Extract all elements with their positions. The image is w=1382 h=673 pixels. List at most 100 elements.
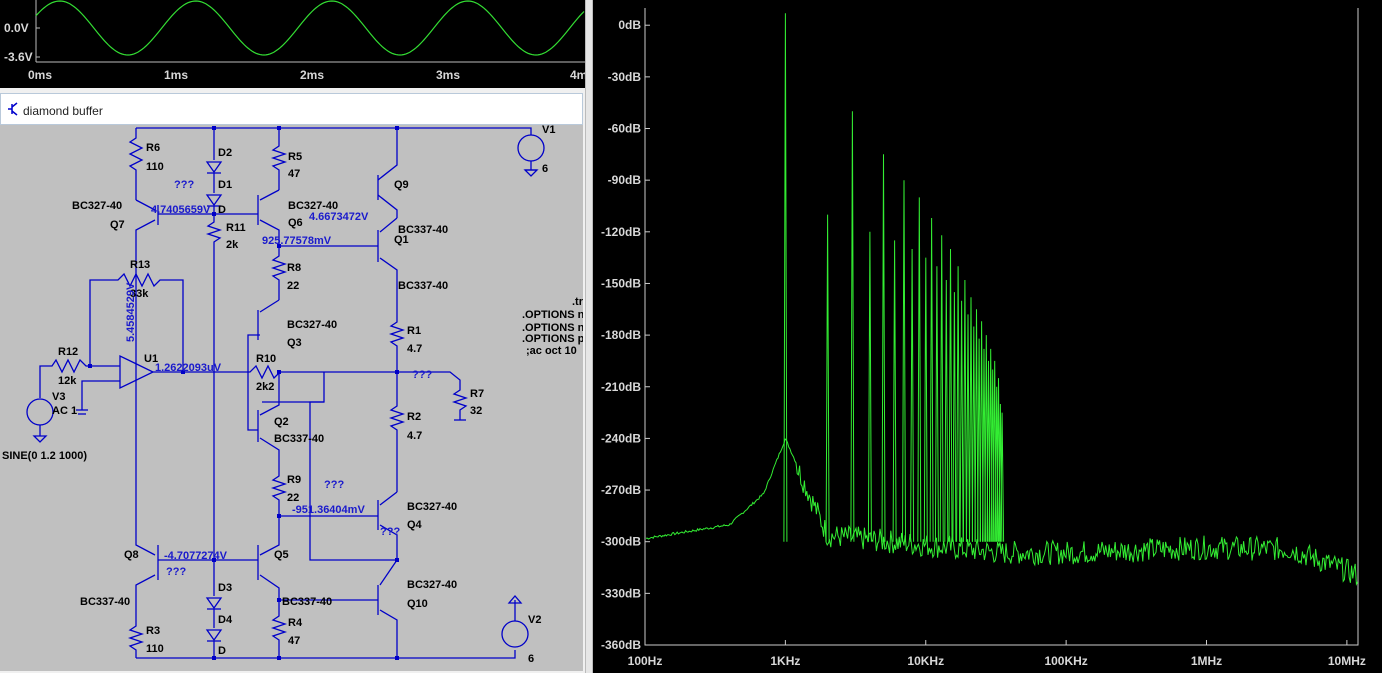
fft-ytick-label: -330dB (601, 586, 641, 600)
label-q2-model: BC337-40 (274, 433, 324, 445)
voltage-label[interactable]: 4.6673472V (309, 211, 369, 223)
fft-harmonic-peak (959, 300, 964, 542)
fft-xtick-label: 10MHz (1328, 654, 1366, 668)
label-d2: D2 (218, 147, 232, 159)
label-r12-value: 12k (58, 375, 77, 387)
fft-harmonic-peak (825, 214, 830, 542)
label-r9-value: 22 (287, 492, 299, 504)
fft-ytick-label: -360dB (601, 638, 641, 652)
voltage-label[interactable]: 5.4584529V (125, 282, 137, 342)
label-d4: D4 (218, 614, 233, 626)
fft-ytick-label: -300dB (601, 535, 641, 549)
fft-harmonic-peak (929, 217, 934, 542)
label-r1: R1 (407, 325, 421, 337)
fft-harmonic-peak (892, 240, 897, 542)
unknown-node-label[interactable]: ??? (380, 526, 400, 538)
label-d1: D1 (218, 179, 232, 191)
spice-directive[interactable]: .OPTIONS n (522, 309, 585, 321)
label-d-bottom: D (218, 645, 226, 657)
label-r4: R4 (288, 617, 303, 629)
fft-ytick-label: -180dB (601, 328, 641, 342)
fft-harmonic-peak (966, 314, 970, 542)
label-q5: Q5 (274, 549, 289, 561)
transistor-icon (8, 102, 18, 116)
schematic-tab[interactable]: diamond buffer (0, 93, 583, 125)
label-v3-ac: AC 1 (52, 405, 77, 417)
unknown-node-label[interactable]: ??? (166, 566, 186, 578)
fft-xtick-label: 1KHz (770, 654, 800, 668)
fft-harmonic-peak (910, 248, 915, 542)
label-q7: Q7 (110, 219, 125, 231)
label-q4-model: BC327-40 (407, 501, 457, 513)
voltage-label[interactable]: 925.77578mV (262, 235, 332, 247)
label-r12: R12 (58, 346, 78, 358)
fft-ytick-label: -150dB (601, 276, 641, 290)
wave-xtick-3: 3ms (436, 68, 460, 82)
fft-ytick-label: -270dB (601, 483, 641, 497)
voltage-label[interactable]: -951.36404mV (292, 504, 365, 516)
label-r7: R7 (470, 388, 484, 400)
label-r8: R8 (287, 262, 301, 274)
label-r1-value: 4.7 (407, 343, 422, 355)
fft-ytick-label: -90dB (608, 173, 642, 187)
fft-harmonic-peak (867, 231, 872, 542)
junction-dots (88, 126, 399, 660)
fft-xtick-label: 100Hz (628, 654, 663, 668)
fft-harmonic-peak (939, 235, 944, 542)
label-v3: V3 (52, 391, 65, 403)
schematic-canvas[interactable]: R6 110 D2 D1 R5 47 V1 6 Q9 BC327-40 Q7 B… (0, 124, 585, 671)
wave-xtick-2: 2ms (300, 68, 324, 82)
waveform-trace (35, 0, 585, 56)
voltage-label[interactable]: -4.7077274V (164, 550, 228, 562)
unknown-node-label[interactable]: ??? (412, 369, 432, 381)
label-r4-value: 47 (288, 635, 300, 647)
wave-ytick-1: -3.6V (4, 50, 33, 64)
voltage-label[interactable]: 1.2622093uV (155, 362, 222, 374)
fft-harmonic-peak (956, 266, 961, 542)
label-q1-model: BC337-40 (398, 224, 448, 236)
label-q3: Q3 (287, 337, 302, 349)
label-r10: R10 (256, 353, 276, 365)
fft-harmonic-peak (917, 197, 922, 542)
fft-plot[interactable]: 0dB -30dB -60dB -90dB -120dB -150dB -180dB -210… (593, 0, 1382, 673)
schematic-window[interactable]: diamond buffer R6 110 D2 D1 R5 47 V1 6 Q… (0, 93, 585, 673)
label-q7-model: BC327-40 (72, 200, 122, 212)
label-q6: Q6 (288, 217, 303, 229)
label-r13: R13 (130, 259, 150, 271)
label-v1-value: 6 (542, 163, 548, 175)
spice-directive[interactable]: ;ac oct 10 (526, 345, 577, 357)
fft-ytick-label: -120dB (601, 225, 641, 239)
label-d3: D3 (218, 582, 232, 594)
wave-xtick-0: 0ms (28, 68, 52, 82)
unknown-node-label[interactable]: ??? (324, 479, 344, 491)
unknown-node-label[interactable]: ??? (174, 179, 194, 191)
label-q5-model: BC337-40 (282, 596, 332, 608)
fft-ytick-label: -60dB (608, 122, 642, 136)
pane-splitter[interactable] (585, 0, 593, 673)
spice-directive[interactable]: .tr (572, 296, 584, 308)
fft-ytick-label: 0dB (618, 18, 641, 32)
label-r5: R5 (288, 151, 302, 163)
label-r11: R11 (226, 222, 246, 234)
fft-xtick-label: 100KHz (1044, 654, 1087, 668)
fft-harmonic-peak (969, 297, 973, 542)
voltage-label[interactable]: 4.7405659V (151, 204, 211, 216)
wave-xtick-4: 4m (570, 68, 585, 82)
label-v2: V2 (528, 614, 541, 626)
label-v3-sine: SINE(0 1.2 1000) (2, 450, 87, 462)
fft-harmonic-peak (934, 266, 939, 542)
spice-directive[interactable]: .OPTIONS p (522, 333, 585, 345)
label-q10: Q10 (407, 598, 428, 610)
fft-harmonic-peak (952, 292, 957, 542)
fft-harmonic-peak (944, 279, 949, 542)
schematic-title: diamond buffer (23, 104, 103, 118)
label-d-top: D (218, 204, 226, 216)
label-r7-value: 32 (470, 405, 482, 417)
fft-harmonic-peak (902, 180, 906, 542)
wave-ytick-0: 0.0V (4, 21, 29, 35)
label-r6-value: 110 (146, 161, 164, 173)
fft-ytick-label: -30dB (608, 70, 642, 84)
label-r2-value: 4.7 (407, 430, 422, 442)
label-q10-model: BC327-40 (407, 579, 457, 591)
waveform-plot[interactable]: 0.0V -3.6V 0ms 1ms 2ms 3ms 4m (0, 0, 585, 88)
